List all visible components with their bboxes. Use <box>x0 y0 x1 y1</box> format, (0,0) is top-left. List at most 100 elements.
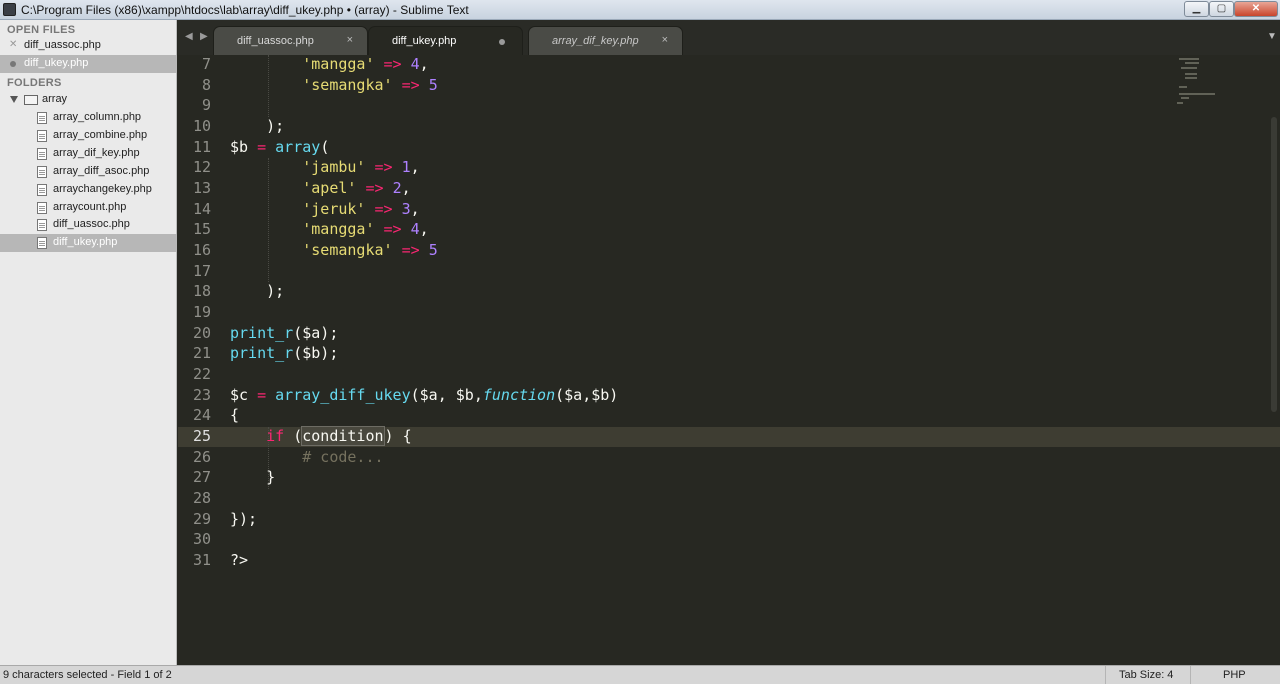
file-tree-item[interactable]: arraycount.php <box>0 199 177 217</box>
status-divider <box>1190 666 1191 684</box>
file-label: arraychangekey.php <box>53 183 152 195</box>
open-files-header: OPEN FILES <box>7 24 76 36</box>
line-number: 15 <box>192 220 211 238</box>
file-icon <box>37 202 47 214</box>
code-line[interactable]: } <box>230 468 275 486</box>
line-number: 8 <box>201 76 211 94</box>
code-line[interactable]: 'jeruk' => 3, <box>230 200 419 218</box>
window-title: C:\Program Files (x86)\xampp\htdocs\lab\… <box>21 3 469 17</box>
line-number: 12 <box>192 158 211 176</box>
maximize-button[interactable]: ▢ <box>1209 1 1234 17</box>
file-label: array_diff_asoc.php <box>53 165 150 177</box>
file-icon <box>37 166 47 178</box>
file-icon <box>37 184 47 196</box>
code-line[interactable]: $b = array( <box>230 138 329 156</box>
line-number: 30 <box>192 530 211 548</box>
open-file-label: diff_ukey.php <box>24 57 89 69</box>
file-tree-item[interactable]: arraychangekey.php <box>0 181 177 199</box>
tab-menu-chevron-icon[interactable]: ▼ <box>1267 31 1277 42</box>
file-tree-item[interactable]: array_combine.php <box>0 127 177 145</box>
line-number: 28 <box>192 489 211 507</box>
close-window-button[interactable]: ✕ <box>1234 1 1278 17</box>
file-icon <box>37 112 47 124</box>
unsaved-dot-icon[interactable] <box>499 39 505 45</box>
file-icon <box>37 130 47 142</box>
unsaved-dot-icon <box>10 61 16 67</box>
line-number: 18 <box>192 282 211 300</box>
line-number-current: 25 <box>192 427 211 445</box>
status-bar: 9 characters selected - Field 1 of 2 Tab… <box>0 665 1280 684</box>
file-tree-item-active[interactable]: diff_ukey.php <box>0 234 177 252</box>
code-line-current[interactable]: if (condition) { <box>230 426 412 446</box>
file-label: diff_ukey.php <box>53 236 118 248</box>
code-line[interactable]: ?> <box>230 551 248 569</box>
code-line[interactable]: print_r($b); <box>230 344 338 362</box>
close-file-icon[interactable]: ✕ <box>9 39 17 50</box>
tab-close-icon[interactable]: × <box>662 34 668 46</box>
code-line[interactable]: 'mangga' => 4, <box>230 55 428 73</box>
code-line[interactable]: $c = array_diff_ukey($a, $b,function($a,… <box>230 386 618 404</box>
file-tree-item[interactable]: array_dif_key.php <box>0 145 177 163</box>
tab-prev-icon[interactable]: ◀ <box>185 31 193 42</box>
tab-bar: ◀ ▶ diff_uassoc.php × array_dif_key.php … <box>178 20 1280 55</box>
code-editor[interactable]: 7 8 9 10 11 12 13 14 15 16 17 18 19 20 2… <box>178 55 1280 665</box>
tab-array-dif-key[interactable]: array_dif_key.php × <box>528 26 683 55</box>
line-number: 7 <box>201 55 211 73</box>
file-label: array_combine.php <box>53 129 148 141</box>
minimize-button[interactable]: ▁ <box>1184 1 1209 17</box>
status-divider <box>1105 666 1106 684</box>
code-line[interactable]: # code... <box>230 448 383 466</box>
open-file-item-active[interactable]: diff_ukey.php <box>0 55 177 73</box>
line-number: 27 <box>192 468 211 486</box>
line-number: 29 <box>192 510 211 528</box>
file-label: arraycount.php <box>53 201 127 213</box>
minimap[interactable] <box>1175 55 1270 115</box>
tab-diff-ukey[interactable]: diff_ukey.php <box>368 26 523 55</box>
open-file-item[interactable]: ✕ diff_uassoc.php <box>0 37 177 55</box>
selected-text: condition <box>301 426 385 446</box>
folder-open-icon <box>24 95 38 105</box>
code-line[interactable]: 'semangka' => 5 <box>230 241 437 259</box>
sidebar: OPEN FILES ✕ diff_uassoc.php diff_ukey.p… <box>0 20 177 665</box>
code-line[interactable]: { <box>230 406 239 424</box>
line-number: 9 <box>201 96 211 114</box>
vertical-scrollbar[interactable] <box>1271 117 1277 412</box>
tab-label: diff_uassoc.php <box>237 35 314 47</box>
code-line[interactable]: 'mangga' => 4, <box>230 220 428 238</box>
open-file-label: diff_uassoc.php <box>24 39 101 51</box>
file-tree-item[interactable]: array_column.php <box>0 109 177 127</box>
title-bar: C:\Program Files (x86)\xampp\htdocs\lab\… <box>0 0 1280 20</box>
file-label: array_column.php <box>53 111 142 123</box>
line-number: 21 <box>192 344 211 362</box>
file-tree-item[interactable]: diff_uassoc.php <box>0 216 177 234</box>
code-line[interactable]: }); <box>230 510 257 528</box>
line-number: 23 <box>192 386 211 404</box>
folders-header: FOLDERS <box>7 77 62 89</box>
tab-label: diff_ukey.php <box>392 35 457 47</box>
file-label: array_dif_key.php <box>53 147 140 159</box>
tab-label: array_dif_key.php <box>552 35 639 47</box>
tab-close-icon[interactable]: × <box>347 34 353 46</box>
line-number: 13 <box>192 179 211 197</box>
file-icon <box>37 148 47 160</box>
tab-next-icon[interactable]: ▶ <box>200 31 208 42</box>
line-number: 22 <box>192 365 211 383</box>
line-number: 31 <box>192 551 211 569</box>
code-line[interactable]: print_r($a); <box>230 324 338 342</box>
code-line[interactable]: 'apel' => 2, <box>230 179 410 197</box>
folder-label: array <box>42 93 68 105</box>
folder-item-array[interactable]: array <box>0 91 177 109</box>
code-line[interactable]: 'semangka' => 5 <box>230 76 437 94</box>
tab-size-selector[interactable]: Tab Size: 4 <box>1119 669 1173 681</box>
tab-diff-uassoc[interactable]: diff_uassoc.php × <box>213 26 368 55</box>
code-line[interactable]: 'jambu' => 1, <box>230 158 419 176</box>
syntax-selector[interactable]: PHP <box>1223 669 1246 681</box>
line-number: 16 <box>192 241 211 259</box>
file-tree-item[interactable]: array_diff_asoc.php <box>0 163 177 181</box>
line-number: 14 <box>192 200 211 218</box>
line-number: 24 <box>192 406 211 424</box>
expand-arrow-icon[interactable] <box>10 96 18 103</box>
code-line[interactable]: ); <box>230 117 284 135</box>
sublime-window: C:\Program Files (x86)\xampp\htdocs\lab\… <box>0 0 1280 684</box>
code-line[interactable]: ); <box>230 282 284 300</box>
